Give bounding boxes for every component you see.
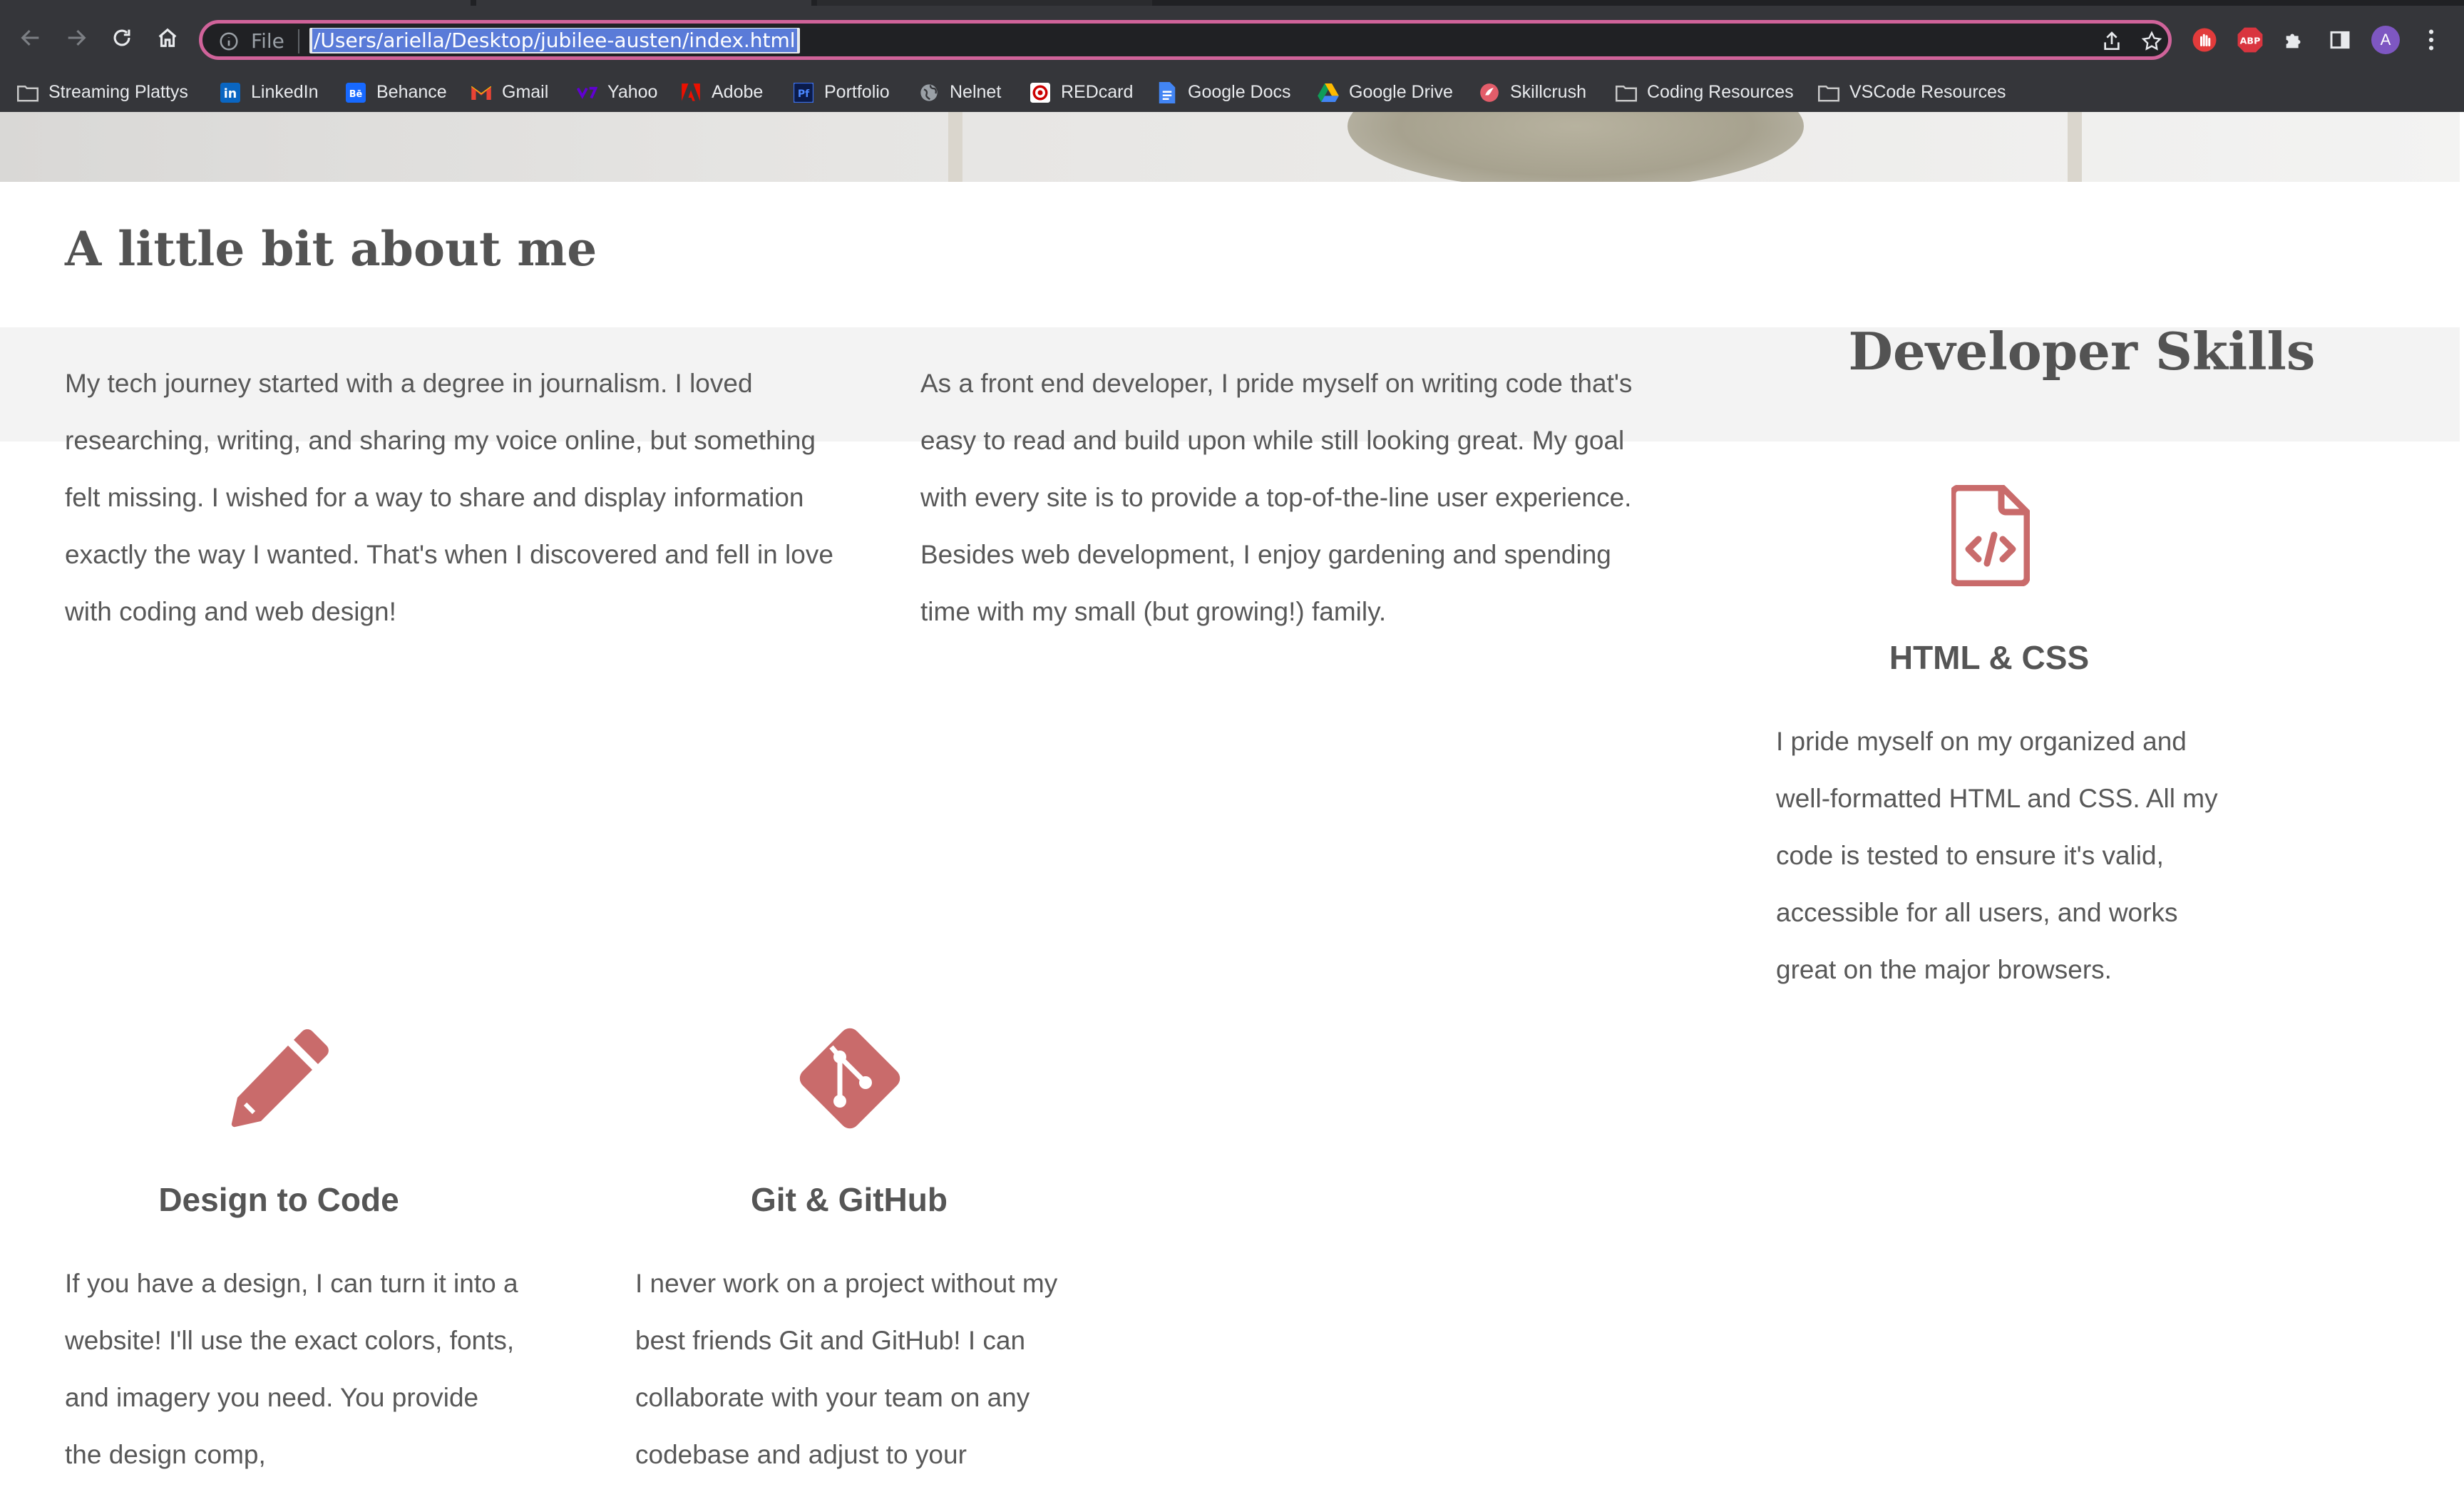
forward-button[interactable]: [60, 21, 93, 54]
bookmark-coding-resources[interactable]: Coding Resources: [1616, 73, 1794, 112]
share-icon[interactable]: [2100, 30, 2123, 53]
about-heading: A little bit about me: [65, 221, 597, 277]
bookmark-label: Yahoo: [607, 82, 658, 102]
arrow-right-icon: [68, 29, 86, 46]
side-panel-icon: [2330, 31, 2350, 49]
svg-text:ABP: ABP: [2240, 36, 2261, 46]
folder-icon: [1818, 82, 1839, 103]
bookmark-google-docs[interactable]: Google Docs: [1156, 73, 1291, 112]
avatar: A: [2371, 26, 2400, 54]
address-bar[interactable]: File /Users/ariella/Desktop/jubilee-aust…: [199, 20, 2172, 60]
arrow-left-icon: [21, 29, 39, 46]
reload-icon: [113, 29, 130, 46]
extensions-button[interactable]: [2280, 26, 2309, 54]
skill-description-html-css: I pride myself on my organized and well-…: [1776, 727, 2218, 984]
bookmark-label: Gmail: [502, 82, 549, 102]
scheme-label: File: [251, 29, 284, 53]
reload-button[interactable]: [106, 21, 138, 54]
about-paragraph-2: As a front end developer, I pride myself…: [920, 369, 1633, 626]
toolbar: File /Users/ariella/Desktop/jubilee-aust…: [0, 6, 2464, 73]
browser-chrome: File /Users/ariella/Desktop/jubilee-aust…: [0, 0, 2464, 112]
bookmark-portfolio[interactable]: Pf Portfolio: [793, 73, 890, 112]
home-icon: [158, 28, 177, 47]
bookmark-skillcrush[interactable]: Skillcrush: [1479, 73, 1586, 112]
skill-description-design-to-code: If you have a design, I can turn it into…: [65, 1269, 518, 1469]
chair-leg: [2068, 112, 2082, 182]
skillcrush-icon: [1479, 82, 1500, 103]
bookmark-nelnet[interactable]: Nelnet: [918, 73, 1001, 112]
bookmark-label: Coding Resources: [1647, 82, 1794, 102]
adblock-extension[interactable]: ABP: [2236, 26, 2264, 54]
bookmark-linkedin[interactable]: in LinkedIn: [220, 73, 319, 112]
chair-seat: [1348, 112, 1804, 182]
web-clipper-extension[interactable]: [2190, 26, 2219, 54]
scrollbar[interactable]: [2460, 112, 2464, 1492]
bookmark-yahoo[interactable]: Yahoo: [576, 73, 657, 112]
puzzle-icon: [2286, 34, 2301, 48]
kebab-menu-icon: [2428, 29, 2434, 51]
svg-text:in: in: [224, 87, 237, 101]
home-button[interactable]: [151, 21, 184, 54]
git-icon: [799, 1028, 900, 1129]
bookmark-label: Portfolio: [824, 82, 890, 102]
url-text[interactable]: /Users/ariella/Desktop/jubilee-austen/in…: [309, 28, 800, 53]
pencil-icon: [231, 1029, 329, 1128]
bookmark-label: Adobe: [712, 82, 764, 102]
gmail-icon: [471, 82, 492, 103]
chair-leg: [948, 112, 962, 182]
star-icon[interactable]: [2140, 30, 2163, 53]
svg-text:Pf: Pf: [798, 88, 810, 99]
bookmark-behance[interactable]: Bē Behance: [345, 73, 447, 112]
about-paragraph-1: My tech journey started with a degree in…: [65, 369, 833, 626]
google-drive-icon: [1318, 82, 1339, 103]
back-button[interactable]: [14, 21, 47, 54]
skill-title-design-to-code: Design to Code: [158, 1181, 399, 1218]
behance-icon: Bē: [345, 82, 366, 103]
bookmark-adobe[interactable]: Adobe: [680, 73, 763, 112]
google-docs-icon: [1156, 81, 1178, 103]
bookmark-gmail[interactable]: Gmail: [471, 73, 548, 112]
tab-next[interactable]: [817, 0, 1152, 6]
profile-avatar[interactable]: A: [2371, 26, 2400, 54]
skill-title-git-github: Git & GitHub: [751, 1181, 948, 1218]
skill-description-git-github: I never work on a project without my bes…: [635, 1269, 1058, 1469]
file-code-icon: [1951, 485, 2030, 586]
bookmark-redcard[interactable]: REDcard: [1030, 73, 1133, 112]
bookmark-label: Skillcrush: [1510, 82, 1586, 102]
hand-icon: [2192, 28, 2217, 52]
folder-icon: [17, 82, 38, 103]
bookmark-label: Google Drive: [1349, 82, 1453, 102]
tab-active[interactable]: [476, 0, 811, 6]
abp-icon: ABP: [2237, 27, 2263, 53]
bookmarks-bar: Streaming Plattys in LinkedIn Bē Behance…: [0, 73, 2464, 112]
bookmark-label: Nelnet: [950, 82, 1002, 102]
info-icon[interactable]: [218, 31, 240, 52]
omnibox-divider: [298, 29, 299, 53]
tab-previous[interactable]: [0, 0, 471, 6]
linkedin-icon: in: [220, 82, 241, 103]
url-selection[interactable]: /Users/ariella/Desktop/jubilee-austen/in…: [312, 29, 797, 52]
portfolio-icon: Pf: [793, 82, 814, 103]
tab-strip: [0, 0, 2464, 6]
hero-image: [0, 112, 2460, 182]
bookmark-label: Behance: [376, 82, 447, 102]
bookmark-vscode-resources[interactable]: VSCode Resources: [1818, 73, 2006, 112]
adobe-icon: [680, 82, 702, 103]
bookmark-label: LinkedIn: [251, 82, 319, 102]
globe-icon: [918, 82, 940, 103]
bookmark-label: Google Docs: [1188, 82, 1291, 102]
side-panel-button[interactable]: [2326, 26, 2354, 54]
bookmark-label: REDcard: [1061, 82, 1134, 102]
bookmark-google-drive[interactable]: Google Drive: [1318, 73, 1453, 112]
svg-text:Bē: Bē: [349, 88, 363, 99]
browser-menu-button[interactable]: [2417, 26, 2445, 54]
bookmark-label: VSCode Resources: [1849, 82, 2006, 102]
folder-icon: [1616, 82, 1637, 103]
skill-title-html-css: HTML & CSS: [1889, 639, 2090, 676]
skills-heading: Developer Skills: [1848, 321, 2316, 382]
yahoo-icon: [576, 82, 597, 103]
bookmark-label: Streaming Plattys: [48, 82, 188, 102]
bookmark-streaming-plattys[interactable]: Streaming Plattys: [17, 73, 188, 112]
target-icon: [1030, 82, 1051, 103]
